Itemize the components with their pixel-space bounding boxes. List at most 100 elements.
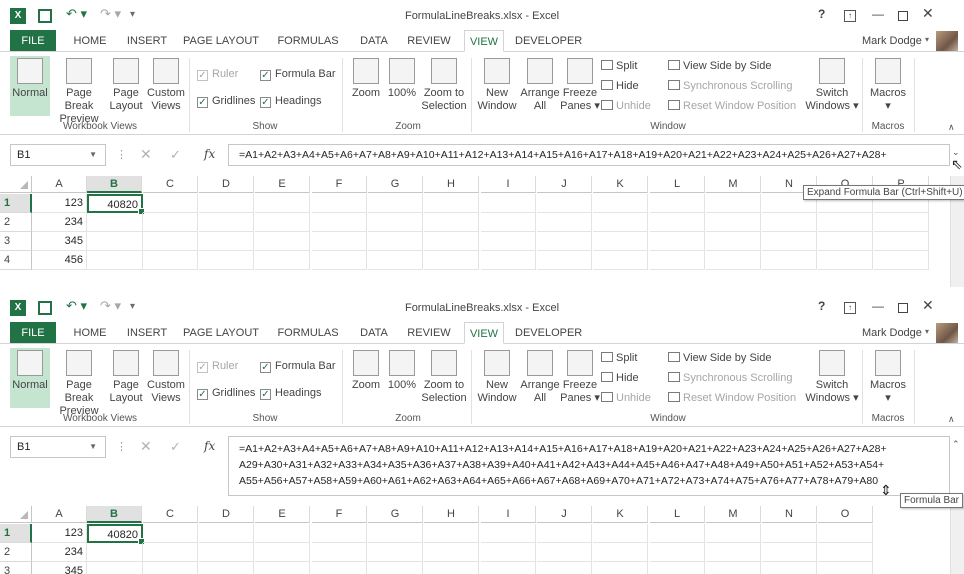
cell[interactable] xyxy=(818,232,873,251)
cell[interactable] xyxy=(312,232,367,251)
close-icon[interactable]: ✕ xyxy=(922,5,934,22)
user-dropdown-icon[interactable]: ▾ xyxy=(925,35,929,44)
cell[interactable] xyxy=(593,562,648,574)
cell[interactable] xyxy=(255,524,310,543)
cell[interactable] xyxy=(143,562,198,574)
name-box[interactable]: B1 ▼ xyxy=(10,436,106,458)
cell[interactable] xyxy=(593,251,648,270)
headings-checkbox[interactable]: ✓ Headings xyxy=(260,95,321,108)
cell[interactable] xyxy=(874,251,929,270)
ribbon-display-icon[interactable]: ↑ xyxy=(844,10,856,22)
row-header[interactable]: 3 xyxy=(0,562,32,574)
user-name[interactable]: Mark Dodge xyxy=(862,327,922,339)
column-header[interactable]: C xyxy=(143,176,198,193)
cell[interactable] xyxy=(706,194,761,213)
cell[interactable] xyxy=(255,213,310,232)
arrange-all-button[interactable]: Arrange All xyxy=(520,56,560,116)
view-side-by-side-button[interactable]: View Side by Side xyxy=(668,352,771,364)
tab-page-layout[interactable]: PAGE LAYOUT xyxy=(180,30,262,52)
view-side-by-side-button[interactable]: View Side by Side xyxy=(668,60,771,72)
collapse-ribbon-icon[interactable]: ∧ xyxy=(948,122,955,133)
cell-a1[interactable]: 123 xyxy=(32,524,87,543)
tab-view[interactable]: VIEW xyxy=(464,30,504,52)
formula-bar-checkbox[interactable]: ✓ Formula Bar xyxy=(260,68,336,81)
tab-page-layout[interactable]: PAGE LAYOUT xyxy=(180,322,262,344)
cell[interactable] xyxy=(312,543,367,562)
cell[interactable] xyxy=(368,562,423,574)
cell[interactable] xyxy=(481,524,536,543)
cell[interactable] xyxy=(368,232,423,251)
formula-bar-input[interactable]: =A1+A2+A3+A4+A5+A6+A7+A8+A9+A10+A11+A12+… xyxy=(228,436,950,496)
cell[interactable] xyxy=(481,251,536,270)
expand-formula-bar-icon[interactable]: ⌃ xyxy=(952,439,960,450)
cell[interactable] xyxy=(199,213,254,232)
cell[interactable] xyxy=(481,543,536,562)
column-header[interactable]: H xyxy=(424,176,479,193)
new-window-button[interactable]: New Window xyxy=(474,348,520,408)
cell[interactable] xyxy=(874,213,929,232)
zoom-to-selection-button[interactable]: Zoom to Selection xyxy=(420,348,468,408)
column-header[interactable]: K xyxy=(593,506,648,523)
cell[interactable] xyxy=(424,251,479,270)
avatar[interactable] xyxy=(936,31,958,52)
cell-a3[interactable]: 345 xyxy=(32,562,87,574)
zoom-button[interactable]: Zoom xyxy=(348,348,384,408)
cell[interactable] xyxy=(312,251,367,270)
normal-view-button[interactable]: Normal xyxy=(10,348,50,408)
tab-data[interactable]: DATA xyxy=(354,322,394,344)
cell[interactable] xyxy=(537,543,592,562)
zoom-to-selection-button[interactable]: Zoom to Selection xyxy=(420,56,468,116)
column-header[interactable]: G xyxy=(368,176,423,193)
formula-bar-input[interactable]: =A1+A2+A3+A4+A5+A6+A7+A8+A9+A10+A11+A12+… xyxy=(228,144,950,166)
ribbon-display-icon[interactable]: ↑ xyxy=(844,302,856,314)
cell[interactable] xyxy=(537,232,592,251)
cell[interactable] xyxy=(650,194,705,213)
cell[interactable] xyxy=(537,251,592,270)
minimize-icon[interactable]: — xyxy=(872,7,884,21)
gridlines-checkbox-box[interactable]: ✓ xyxy=(197,97,208,108)
switch-windows-button[interactable]: Switch Windows ▾ xyxy=(804,348,860,408)
cell[interactable] xyxy=(143,524,198,543)
cell[interactable] xyxy=(424,524,479,543)
tab-formulas[interactable]: FORMULAS xyxy=(274,322,342,344)
zoom-button[interactable]: Zoom xyxy=(348,56,384,116)
cell[interactable] xyxy=(255,562,310,574)
column-header[interactable]: A xyxy=(32,176,87,193)
maximize-icon[interactable] xyxy=(898,303,908,313)
cell[interactable] xyxy=(818,543,873,562)
row-header[interactable]: 2 xyxy=(0,213,32,232)
cell[interactable] xyxy=(424,543,479,562)
tab-file[interactable]: FILE xyxy=(10,322,56,344)
vertical-scrollbar[interactable] xyxy=(950,506,964,574)
enter-icon[interactable]: ✓ xyxy=(170,147,181,163)
cell[interactable] xyxy=(143,251,198,270)
cell[interactable] xyxy=(143,232,198,251)
cell[interactable] xyxy=(762,232,817,251)
column-header[interactable]: J xyxy=(537,506,592,523)
cell[interactable] xyxy=(818,562,873,574)
maximize-icon[interactable] xyxy=(898,11,908,21)
cell[interactable] xyxy=(481,562,536,574)
help-icon[interactable]: ? xyxy=(818,7,825,21)
tab-view[interactable]: VIEW xyxy=(464,322,504,344)
column-header[interactable]: K xyxy=(593,176,648,193)
column-header[interactable]: D xyxy=(199,506,254,523)
row-header[interactable]: 3 xyxy=(0,232,32,251)
cell-b3[interactable] xyxy=(87,232,143,251)
hide-button[interactable]: Hide xyxy=(601,80,639,92)
column-header[interactable]: D xyxy=(199,176,254,193)
cell[interactable] xyxy=(199,194,254,213)
cell[interactable] xyxy=(537,194,592,213)
tab-review[interactable]: REVIEW xyxy=(405,30,453,52)
cell-b2[interactable] xyxy=(87,543,143,562)
cell[interactable] xyxy=(593,543,648,562)
cell[interactable] xyxy=(481,213,536,232)
column-header[interactable]: F xyxy=(312,506,367,523)
column-header[interactable]: L xyxy=(650,176,705,193)
tab-file[interactable]: FILE xyxy=(10,30,56,52)
normal-view-button[interactable]: Normal xyxy=(10,56,50,116)
cell[interactable] xyxy=(424,232,479,251)
cell[interactable] xyxy=(255,194,310,213)
cell-a2[interactable]: 234 xyxy=(32,543,87,562)
select-all-corner[interactable] xyxy=(0,176,32,193)
